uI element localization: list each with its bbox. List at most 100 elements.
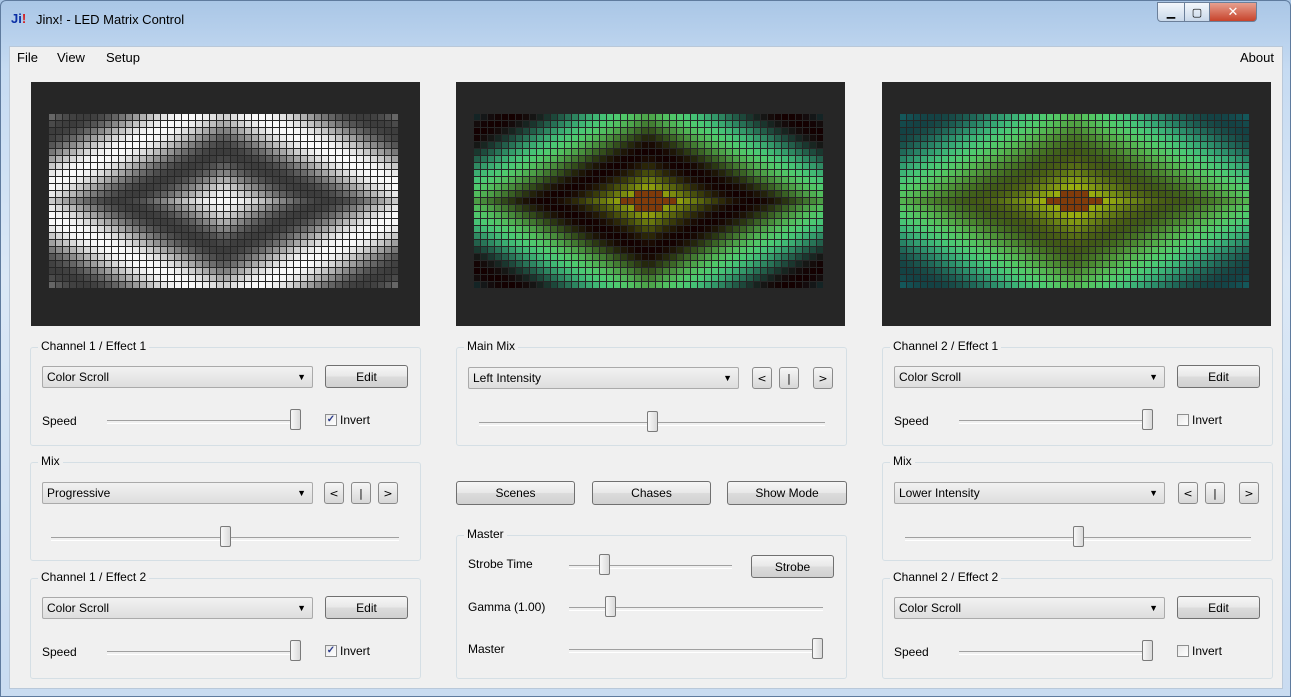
checkbox-icon <box>1177 414 1189 426</box>
chevron-down-icon: ▼ <box>297 372 306 382</box>
channel2-effect2-group: Channel 2 / Effect 2 Color Scroll ▼ Edit … <box>882 570 1273 679</box>
master-slider-track[interactable] <box>569 649 823 653</box>
mix-next-button[interactable]: > <box>813 367 833 389</box>
speed-slider-thumb[interactable] <box>1142 640 1153 661</box>
menu-file[interactable]: File <box>17 50 38 65</box>
main-mix-mode-select[interactable]: Left Intensity ▼ <box>468 367 739 389</box>
effect-select[interactable]: Color Scroll ▼ <box>42 597 313 619</box>
close-icon: ✕ <box>1227 4 1239 20</box>
speed-label: Speed <box>894 414 929 428</box>
edit-button[interactable]: Edit <box>1177 365 1260 388</box>
mix-mode-select[interactable]: Lower Intensity ▼ <box>894 482 1165 504</box>
speed-label: Speed <box>42 645 77 659</box>
speed-slider-track[interactable] <box>959 420 1153 424</box>
group-label: Channel 2 / Effect 1 <box>890 339 1002 353</box>
invert-checkbox[interactable]: Invert <box>1177 413 1222 427</box>
master-slider-thumb[interactable] <box>812 638 823 659</box>
menu-setup[interactable]: Setup <box>106 50 140 65</box>
gamma-slider-thumb[interactable] <box>605 596 617 617</box>
led-matrix-channel2 <box>900 114 1249 288</box>
invert-checkbox[interactable]: ✓ Invert <box>325 644 370 658</box>
effect-select[interactable]: Color Scroll ▼ <box>42 366 313 388</box>
mix-center-button[interactable]: | <box>779 367 799 389</box>
window-title: Jinx! - LED Matrix Control <box>36 12 185 27</box>
mix-left-group: Mix Progressive ▼ < | > <box>30 454 421 561</box>
speed-slider-track[interactable] <box>959 651 1153 655</box>
chevron-down-icon: ▼ <box>1149 488 1158 498</box>
group-label: Mix <box>38 454 63 468</box>
main-preview <box>456 82 845 326</box>
maximize-button[interactable]: ▢ <box>1184 2 1210 22</box>
app-logo-icon: Ji! <box>11 11 27 26</box>
mix-next-button[interactable]: > <box>1239 482 1259 504</box>
strobe-button[interactable]: Strobe <box>751 555 834 578</box>
edit-button[interactable]: Edit <box>1177 596 1260 619</box>
chevron-down-icon: ▼ <box>1149 603 1158 613</box>
mix-right-group: Mix Lower Intensity ▼ < | > <box>882 454 1273 561</box>
client-area: File View Setup About Channel 1 / Effect… <box>9 46 1283 689</box>
main-mix-slider-thumb[interactable] <box>646 411 658 432</box>
mix-slider-thumb[interactable] <box>219 526 231 547</box>
strobe-time-slider-track[interactable] <box>569 565 732 569</box>
gamma-label: Gamma (1.00) <box>468 600 546 614</box>
checkbox-icon: ✓ <box>325 645 337 657</box>
group-label: Channel 2 / Effect 2 <box>890 570 1002 584</box>
mix-center-button[interactable]: | <box>1205 482 1225 504</box>
chevron-down-icon: ▼ <box>1149 372 1158 382</box>
mix-mode-select[interactable]: Progressive ▼ <box>42 482 313 504</box>
maximize-icon: ▢ <box>1191 5 1203 19</box>
title-bar: Ji! Jinx! - LED Matrix Control ▁ ▢ ✕ <box>1 1 1290 41</box>
chases-button[interactable]: Chases <box>592 481 711 505</box>
mix-prev-button[interactable]: < <box>324 482 344 504</box>
channel1-effect1-group: Channel 1 / Effect 1 Color Scroll ▼ Edit … <box>30 339 421 446</box>
strobe-time-slider-thumb[interactable] <box>599 554 611 575</box>
menu-bar: File View Setup About <box>10 47 1282 69</box>
mix-slider-thumb[interactable] <box>1072 526 1084 547</box>
master-label: Master <box>468 642 505 656</box>
speed-slider-track[interactable] <box>107 651 301 655</box>
show-mode-button[interactable]: Show Mode <box>727 481 847 505</box>
menu-view[interactable]: View <box>57 50 85 65</box>
edit-button[interactable]: Edit <box>325 365 408 388</box>
mix-prev-button[interactable]: < <box>1178 482 1198 504</box>
speed-slider-thumb[interactable] <box>290 409 301 430</box>
mix-next-button[interactable]: > <box>378 482 398 504</box>
led-matrix-channel1 <box>49 114 398 288</box>
checkbox-icon <box>1177 645 1189 657</box>
app-window: Ji! Jinx! - LED Matrix Control ▁ ▢ ✕ Fil… <box>0 0 1291 697</box>
group-label: Channel 1 / Effect 1 <box>38 339 150 353</box>
channel2-effect1-group: Channel 2 / Effect 1 Color Scroll ▼ Edit … <box>882 339 1273 446</box>
checkbox-icon: ✓ <box>325 414 337 426</box>
mix-prev-button[interactable]: < <box>752 367 772 389</box>
effect-select[interactable]: Color Scroll ▼ <box>894 597 1165 619</box>
group-label: Channel 1 / Effect 2 <box>38 570 150 584</box>
strobe-time-label: Strobe Time <box>468 557 533 571</box>
group-label: Master <box>464 527 507 541</box>
led-matrix-main <box>474 114 823 288</box>
speed-slider-thumb[interactable] <box>1142 409 1153 430</box>
close-button[interactable]: ✕ <box>1209 2 1257 22</box>
minimize-button[interactable]: ▁ <box>1157 2 1185 22</box>
group-label: Main Mix <box>464 339 519 353</box>
effect-select[interactable]: Color Scroll ▼ <box>894 366 1165 388</box>
channel1-preview <box>31 82 420 326</box>
channel1-effect2-group: Channel 1 / Effect 2 Color Scroll ▼ Edit … <box>30 570 421 679</box>
chevron-down-icon: ▼ <box>723 373 732 383</box>
invert-checkbox[interactable]: Invert <box>1177 644 1222 658</box>
master-group: Master Strobe Time Strobe Gamma (1.00) M… <box>456 527 847 679</box>
invert-checkbox[interactable]: ✓ Invert <box>325 413 370 427</box>
speed-slider-thumb[interactable] <box>290 640 301 661</box>
menu-about[interactable]: About <box>1240 50 1274 65</box>
minimize-icon: ▁ <box>1166 5 1176 19</box>
group-label: Mix <box>890 454 915 468</box>
main-mix-group: Main Mix Left Intensity ▼ < | > <box>456 339 847 446</box>
speed-slider-track[interactable] <box>107 420 301 424</box>
scenes-button[interactable]: Scenes <box>456 481 575 505</box>
channel2-preview <box>882 82 1271 326</box>
chevron-down-icon: ▼ <box>297 603 306 613</box>
speed-label: Speed <box>42 414 77 428</box>
speed-label: Speed <box>894 645 929 659</box>
chevron-down-icon: ▼ <box>297 488 306 498</box>
edit-button[interactable]: Edit <box>325 596 408 619</box>
mix-center-button[interactable]: | <box>351 482 371 504</box>
